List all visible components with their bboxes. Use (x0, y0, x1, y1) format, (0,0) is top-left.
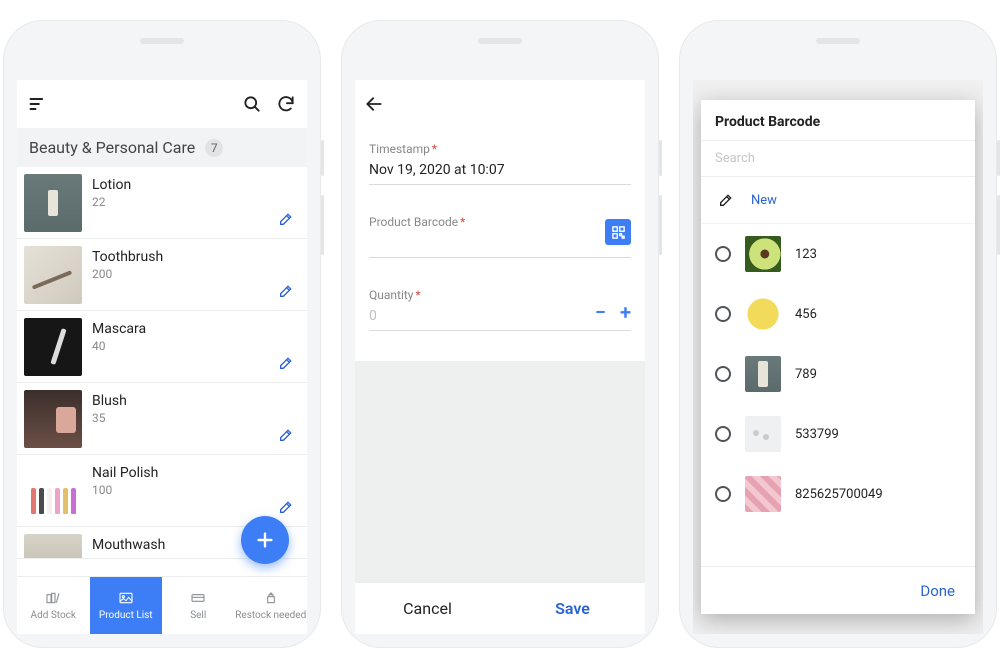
barcode-value: 789 (795, 367, 817, 382)
radio-icon (715, 486, 731, 502)
barcode-value: 825625700049 (795, 487, 883, 502)
category-header[interactable]: Beauty & Personal Care 7 (17, 128, 307, 167)
product-qty: 200 (92, 267, 307, 281)
product-thumbnail (24, 462, 82, 520)
new-item-button[interactable]: New (701, 177, 975, 224)
empty-area (355, 361, 645, 582)
search-input[interactable] (701, 141, 975, 176)
edit-icon[interactable] (275, 424, 297, 446)
product-name: Mascara (92, 321, 307, 337)
list-item[interactable]: Mascara 40 (17, 311, 307, 383)
cancel-button[interactable]: Cancel (355, 583, 500, 634)
edit-icon (715, 189, 737, 211)
field-product-barcode: Product Barcode* (369, 215, 631, 258)
field-timestamp: Timestamp* (369, 142, 631, 185)
edit-icon[interactable] (275, 352, 297, 374)
barcode-value: 533799 (795, 427, 839, 442)
radio-icon (715, 426, 731, 442)
product-thumbnail (745, 476, 781, 512)
toolbar (355, 80, 645, 128)
tab-label: Restock needed (235, 610, 306, 621)
product-thumbnail (24, 390, 82, 448)
product-name: Nail Polish (92, 465, 307, 481)
radio-icon (715, 246, 731, 262)
refresh-icon[interactable] (275, 93, 297, 115)
phone-add-stock-form: Timestamp* Product Barcode* Quantity* − … (341, 20, 659, 648)
category-title: Beauty & Personal Care (29, 138, 195, 157)
tab-label: Sell (190, 610, 206, 621)
product-name: Blush (92, 393, 307, 409)
edit-icon[interactable] (275, 208, 297, 230)
barcode-option[interactable]: 533799 (701, 404, 975, 464)
product-qty: 35 (92, 411, 307, 425)
required-indicator: * (415, 288, 420, 302)
radio-icon (715, 366, 731, 382)
form-footer: Cancel Save (355, 582, 645, 634)
barcode-value: 123 (795, 247, 817, 262)
sheet-title: Product Barcode (701, 100, 975, 140)
category-count-badge: 7 (205, 139, 223, 157)
search-icon[interactable] (241, 93, 263, 115)
product-name: Lotion (92, 177, 307, 193)
search-field (701, 140, 975, 177)
toolbar (17, 80, 307, 128)
field-label: Product Barcode (369, 215, 458, 229)
product-thumbnail (24, 246, 82, 304)
tab-restock-needed[interactable]: Restock needed (235, 577, 308, 634)
tab-sell[interactable]: Sell (162, 577, 235, 634)
product-qty: 22 (92, 195, 307, 209)
barcode-value: 456 (795, 307, 817, 322)
tab-label: Product List (99, 610, 153, 621)
edit-icon[interactable] (275, 280, 297, 302)
menu-sort-icon[interactable] (27, 93, 49, 115)
product-thumbnail (24, 534, 82, 559)
radio-icon (715, 306, 731, 322)
list-item[interactable]: Lotion 22 (17, 167, 307, 239)
phone-barcode-picker: Product Barcode New 123 456 (679, 20, 997, 648)
new-label: New (751, 193, 777, 208)
back-arrow-icon[interactable] (363, 93, 385, 115)
timestamp-input[interactable] (369, 156, 631, 185)
product-qty: 40 (92, 339, 307, 353)
barcode-option[interactable]: 123 (701, 224, 975, 284)
required-indicator: * (460, 215, 465, 229)
tab-add-stock[interactable]: Add Stock (17, 577, 90, 634)
barcode-option[interactable]: 825625700049 (701, 464, 975, 524)
barcode-option[interactable]: 789 (701, 344, 975, 404)
picker-sheet: Product Barcode New 123 456 (701, 100, 975, 614)
field-quantity: Quantity* − + (369, 288, 631, 331)
product-thumbnail (24, 318, 82, 376)
scan-barcode-button[interactable] (605, 219, 631, 245)
add-fab-button[interactable] (241, 516, 289, 564)
quantity-input[interactable] (369, 302, 631, 331)
quantity-decrement-button[interactable]: − (595, 300, 606, 324)
product-list: Lotion 22 Toothbrush 200 Mascara 40 (17, 167, 307, 576)
sheet-footer: Done (701, 566, 975, 614)
save-button[interactable]: Save (500, 583, 645, 634)
edit-icon[interactable] (275, 496, 297, 518)
field-label: Quantity (369, 288, 413, 302)
product-thumbnail (745, 296, 781, 332)
done-button[interactable]: Done (920, 582, 955, 600)
list-item[interactable]: Blush 35 (17, 383, 307, 455)
tab-label: Add Stock (31, 610, 76, 621)
field-label: Timestamp (369, 142, 430, 156)
product-thumbnail (745, 236, 781, 272)
product-thumbnail (745, 416, 781, 452)
quantity-increment-button[interactable]: + (620, 300, 631, 324)
list-item[interactable]: Toothbrush 200 (17, 239, 307, 311)
product-name: Toothbrush (92, 249, 307, 265)
form: Timestamp* Product Barcode* Quantity* − … (355, 128, 645, 361)
option-list: 123 456 789 533799 (701, 224, 975, 566)
barcode-option[interactable]: 456 (701, 284, 975, 344)
bottom-tab-bar: Add Stock Product List Sell Restock need… (17, 576, 307, 634)
product-thumbnail (745, 356, 781, 392)
required-indicator: * (432, 142, 437, 156)
product-thumbnail (24, 174, 82, 232)
phone-product-list: Beauty & Personal Care 7 Lotion 22 Tooth… (3, 20, 321, 648)
tab-product-list[interactable]: Product List (90, 577, 163, 634)
product-qty: 100 (92, 483, 307, 497)
barcode-input[interactable] (369, 229, 631, 258)
